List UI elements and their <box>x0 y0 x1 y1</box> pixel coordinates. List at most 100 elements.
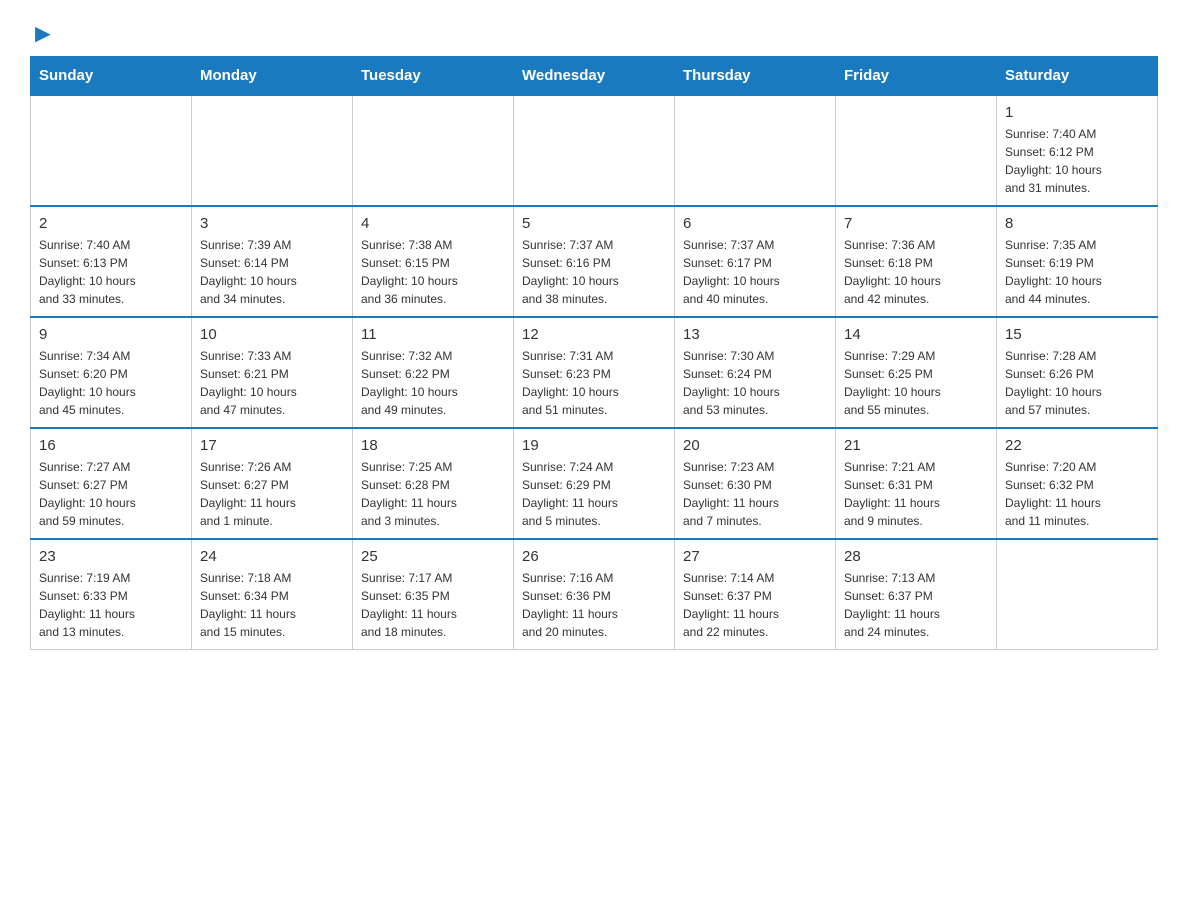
day-number: 25 <box>361 548 505 565</box>
calendar-cell: 2 Sunrise: 7:40 AM Sunset: 6:13 PM Daylig… <box>31 206 192 317</box>
calendar-cell: 23 Sunrise: 7:19 AM Sunset: 6:33 PM Dayli… <box>31 539 192 650</box>
day-number: 17 <box>200 437 344 454</box>
calendar-cell: 25Sunrise: 7:17 AM Sunset: 6:35 PM Dayli… <box>353 539 514 650</box>
calendar-header-row: SundayMondayTuesdayWednesdayThursdayFrid… <box>31 57 1158 96</box>
col-header-sunday: Sunday <box>31 57 192 96</box>
calendar-cell: 6Sunrise: 7:37 AM Sunset: 6:17 PM Daylig… <box>675 206 836 317</box>
day-info: Sunrise: 7:35 AM Sunset: 6:19 PM Dayligh… <box>1005 236 1149 308</box>
calendar-cell <box>31 95 192 206</box>
day-info: Sunrise: 7:25 AM Sunset: 6:28 PM Dayligh… <box>361 458 505 530</box>
day-number: 9 <box>39 326 183 343</box>
calendar-cell: 28 Sunrise: 7:13 AM Sunset: 6:37 PM Dayli… <box>836 539 997 650</box>
calendar-week-2: 2 Sunrise: 7:40 AM Sunset: 6:13 PM Daylig… <box>31 206 1158 317</box>
calendar-cell: 14 Sunrise: 7:29 AM Sunset: 6:25 PM Dayli… <box>836 317 997 428</box>
calendar-cell: 26 Sunrise: 7:16 AM Sunset: 6:36 PM Dayli… <box>514 539 675 650</box>
calendar-cell <box>192 95 353 206</box>
calendar-cell <box>353 95 514 206</box>
day-number: 24 <box>200 548 344 565</box>
day-number: 11 <box>361 326 505 343</box>
day-info: Sunrise: 7:37 AM Sunset: 6:17 PM Dayligh… <box>683 236 827 308</box>
day-number: 14 <box>844 326 988 343</box>
day-number: 16 <box>39 437 183 454</box>
calendar-week-3: 9 Sunrise: 7:34 AM Sunset: 6:20 PM Daylig… <box>31 317 1158 428</box>
calendar-week-4: 16 Sunrise: 7:27 AM Sunset: 6:27 PM Dayli… <box>31 428 1158 539</box>
calendar-cell: 1Sunrise: 7:40 AM Sunset: 6:12 PM Daylig… <box>997 95 1158 206</box>
calendar-cell: 27 Sunrise: 7:14 AM Sunset: 6:37 PM Dayli… <box>675 539 836 650</box>
day-number: 2 <box>39 215 183 232</box>
calendar-cell: 3Sunrise: 7:39 AM Sunset: 6:14 PM Daylig… <box>192 206 353 317</box>
calendar-cell <box>997 539 1158 650</box>
day-info: Sunrise: 7:16 AM Sunset: 6:36 PM Dayligh… <box>522 569 666 641</box>
calendar-cell: 16 Sunrise: 7:27 AM Sunset: 6:27 PM Dayli… <box>31 428 192 539</box>
day-info: Sunrise: 7:37 AM Sunset: 6:16 PM Dayligh… <box>522 236 666 308</box>
day-number: 3 <box>200 215 344 232</box>
calendar-cell <box>675 95 836 206</box>
day-number: 21 <box>844 437 988 454</box>
calendar-cell: 4 Sunrise: 7:38 AM Sunset: 6:15 PM Daylig… <box>353 206 514 317</box>
logo: ► <box>30 20 56 46</box>
calendar-cell: 8 Sunrise: 7:35 AM Sunset: 6:19 PM Daylig… <box>997 206 1158 317</box>
calendar-cell: 21 Sunrise: 7:21 AM Sunset: 6:31 PM Dayli… <box>836 428 997 539</box>
day-number: 1 <box>1005 104 1149 121</box>
day-info: Sunrise: 7:27 AM Sunset: 6:27 PM Dayligh… <box>39 458 183 530</box>
day-number: 8 <box>1005 215 1149 232</box>
day-info: Sunrise: 7:32 AM Sunset: 6:22 PM Dayligh… <box>361 347 505 419</box>
col-header-wednesday: Wednesday <box>514 57 675 96</box>
day-info: Sunrise: 7:20 AM Sunset: 6:32 PM Dayligh… <box>1005 458 1149 530</box>
day-info: Sunrise: 7:30 AM Sunset: 6:24 PM Dayligh… <box>683 347 827 419</box>
day-info: Sunrise: 7:21 AM Sunset: 6:31 PM Dayligh… <box>844 458 988 530</box>
calendar-cell: 9 Sunrise: 7:34 AM Sunset: 6:20 PM Daylig… <box>31 317 192 428</box>
day-number: 22 <box>1005 437 1149 454</box>
day-info: Sunrise: 7:13 AM Sunset: 6:37 PM Dayligh… <box>844 569 988 641</box>
day-number: 26 <box>522 548 666 565</box>
day-info: Sunrise: 7:31 AM Sunset: 6:23 PM Dayligh… <box>522 347 666 419</box>
day-info: Sunrise: 7:33 AM Sunset: 6:21 PM Dayligh… <box>200 347 344 419</box>
calendar-cell: 24 Sunrise: 7:18 AM Sunset: 6:34 PM Dayli… <box>192 539 353 650</box>
day-number: 10 <box>200 326 344 343</box>
day-number: 4 <box>361 215 505 232</box>
day-number: 12 <box>522 326 666 343</box>
day-info: Sunrise: 7:18 AM Sunset: 6:34 PM Dayligh… <box>200 569 344 641</box>
calendar-table: SundayMondayTuesdayWednesdayThursdayFrid… <box>30 56 1158 650</box>
col-header-thursday: Thursday <box>675 57 836 96</box>
day-number: 7 <box>844 215 988 232</box>
day-info: Sunrise: 7:28 AM Sunset: 6:26 PM Dayligh… <box>1005 347 1149 419</box>
calendar-cell: 13 Sunrise: 7:30 AM Sunset: 6:24 PM Dayli… <box>675 317 836 428</box>
day-number: 5 <box>522 215 666 232</box>
calendar-cell: 5 Sunrise: 7:37 AM Sunset: 6:16 PM Daylig… <box>514 206 675 317</box>
day-info: Sunrise: 7:40 AM Sunset: 6:13 PM Dayligh… <box>39 236 183 308</box>
day-number: 15 <box>1005 326 1149 343</box>
calendar-cell: 18 Sunrise: 7:25 AM Sunset: 6:28 PM Dayli… <box>353 428 514 539</box>
col-header-monday: Monday <box>192 57 353 96</box>
logo-general: ► <box>30 20 56 46</box>
day-number: 19 <box>522 437 666 454</box>
calendar-cell: 20 Sunrise: 7:23 AM Sunset: 6:30 PM Dayli… <box>675 428 836 539</box>
calendar-cell: 10 Sunrise: 7:33 AM Sunset: 6:21 PM Dayli… <box>192 317 353 428</box>
calendar-week-1: 1Sunrise: 7:40 AM Sunset: 6:12 PM Daylig… <box>31 95 1158 206</box>
day-info: Sunrise: 7:14 AM Sunset: 6:37 PM Dayligh… <box>683 569 827 641</box>
calendar-cell: 12 Sunrise: 7:31 AM Sunset: 6:23 PM Dayli… <box>514 317 675 428</box>
calendar-cell: 22 Sunrise: 7:20 AM Sunset: 6:32 PM Dayli… <box>997 428 1158 539</box>
day-info: Sunrise: 7:36 AM Sunset: 6:18 PM Dayligh… <box>844 236 988 308</box>
col-header-tuesday: Tuesday <box>353 57 514 96</box>
day-number: 18 <box>361 437 505 454</box>
day-info: Sunrise: 7:23 AM Sunset: 6:30 PM Dayligh… <box>683 458 827 530</box>
calendar-week-5: 23 Sunrise: 7:19 AM Sunset: 6:33 PM Dayli… <box>31 539 1158 650</box>
col-header-saturday: Saturday <box>997 57 1158 96</box>
calendar-cell <box>836 95 997 206</box>
calendar-cell: 17 Sunrise: 7:26 AM Sunset: 6:27 PM Dayli… <box>192 428 353 539</box>
day-number: 13 <box>683 326 827 343</box>
day-number: 28 <box>844 548 988 565</box>
day-info: Sunrise: 7:38 AM Sunset: 6:15 PM Dayligh… <box>361 236 505 308</box>
calendar-cell: 19Sunrise: 7:24 AM Sunset: 6:29 PM Dayli… <box>514 428 675 539</box>
day-info: Sunrise: 7:26 AM Sunset: 6:27 PM Dayligh… <box>200 458 344 530</box>
day-info: Sunrise: 7:29 AM Sunset: 6:25 PM Dayligh… <box>844 347 988 419</box>
calendar-cell: 11 Sunrise: 7:32 AM Sunset: 6:22 PM Dayli… <box>353 317 514 428</box>
day-number: 20 <box>683 437 827 454</box>
day-number: 23 <box>39 548 183 565</box>
day-info: Sunrise: 7:19 AM Sunset: 6:33 PM Dayligh… <box>39 569 183 641</box>
page-header: ► <box>30 20 1158 46</box>
day-info: Sunrise: 7:34 AM Sunset: 6:20 PM Dayligh… <box>39 347 183 419</box>
calendar-cell: 7 Sunrise: 7:36 AM Sunset: 6:18 PM Daylig… <box>836 206 997 317</box>
day-number: 27 <box>683 548 827 565</box>
